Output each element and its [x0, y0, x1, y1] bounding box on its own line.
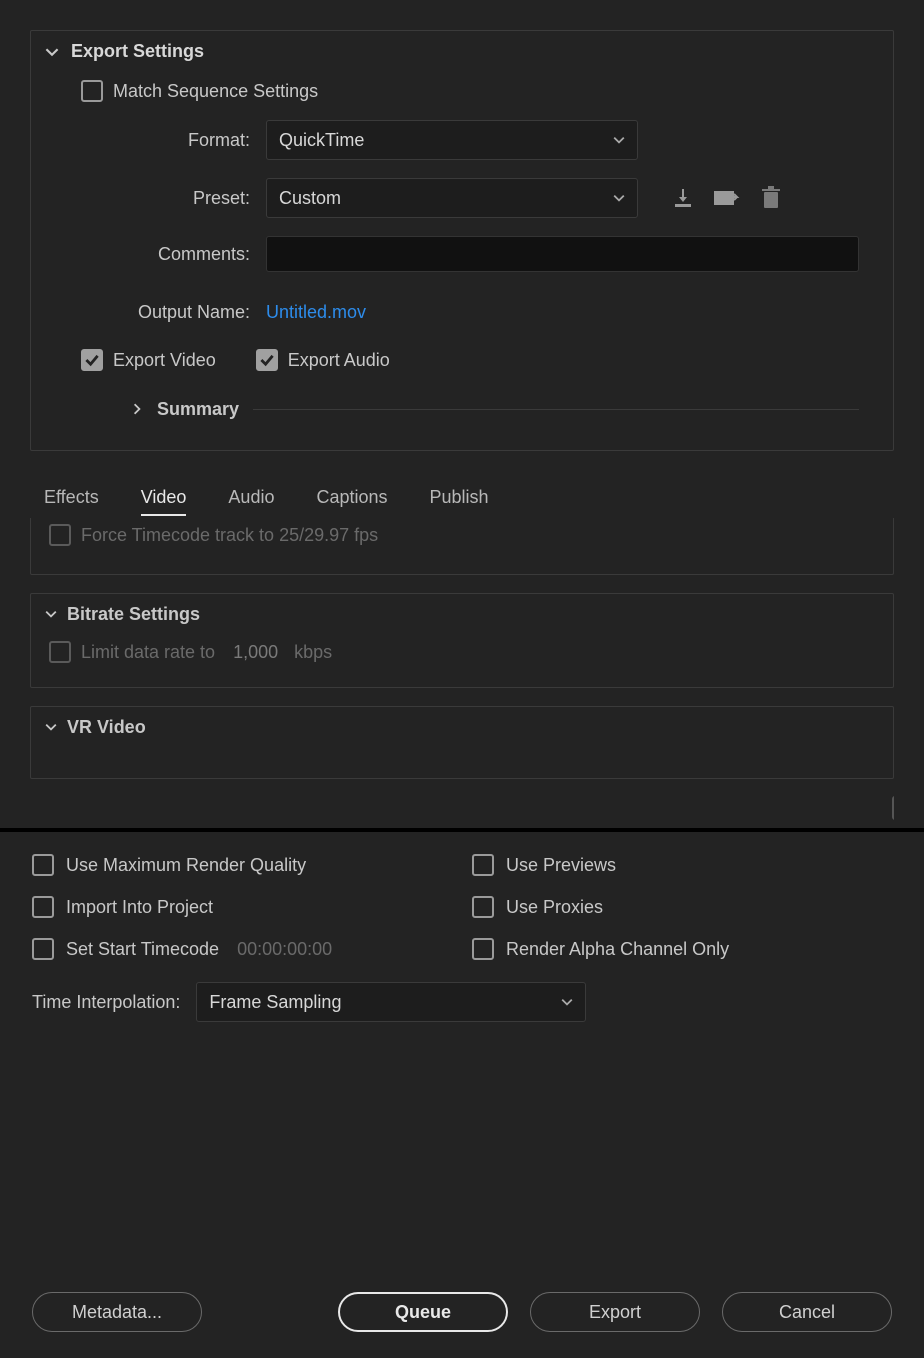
delete-preset-icon[interactable]: [756, 183, 786, 213]
limit-rate-unit: kbps: [294, 642, 332, 663]
vr-panel: VR Video: [30, 706, 894, 779]
preset-value: Custom: [279, 188, 341, 209]
export-audio-checkbox[interactable]: [256, 349, 278, 371]
format-select[interactable]: QuickTime: [266, 120, 638, 160]
export-settings-header[interactable]: Export Settings: [31, 31, 893, 70]
render-alpha-label: Render Alpha Channel Only: [506, 939, 729, 960]
time-interp-label: Time Interpolation:: [32, 992, 180, 1013]
tab-publish[interactable]: Publish: [430, 487, 489, 516]
use-previews-label: Use Previews: [506, 855, 616, 876]
comments-input[interactable]: [266, 236, 859, 272]
time-interp-value: Frame Sampling: [209, 992, 341, 1013]
max-render-checkbox[interactable]: [32, 854, 54, 876]
set-start-tc-checkbox[interactable]: [32, 938, 54, 960]
timecode-panel: Force Timecode track to 25/29.97 fps: [30, 518, 894, 575]
chevron-down-icon: [45, 604, 57, 625]
match-sequence-checkbox[interactable]: [81, 80, 103, 102]
export-settings-panel: Export Settings Match Sequence Settings …: [30, 30, 894, 451]
render-alpha-checkbox[interactable]: [472, 938, 494, 960]
vr-title: VR Video: [67, 717, 146, 738]
export-settings-title: Export Settings: [71, 41, 204, 62]
time-interp-select[interactable]: Frame Sampling: [196, 982, 586, 1022]
export-button[interactable]: Export: [530, 1292, 700, 1332]
tab-bar: Effects Video Audio Captions Publish: [30, 487, 894, 518]
summary-label: Summary: [157, 399, 239, 420]
button-row: Metadata... Queue Export Cancel: [0, 1292, 924, 1332]
force-timecode-checkbox[interactable]: [49, 524, 71, 546]
import-preset-icon[interactable]: [712, 183, 742, 213]
set-start-tc-value[interactable]: 00:00:00:00: [237, 939, 332, 960]
chevron-down-icon: [613, 134, 625, 146]
chevron-down-icon: [561, 992, 573, 1013]
export-options-grid: Use Maximum Render Quality Use Previews …: [0, 832, 924, 970]
format-value: QuickTime: [279, 130, 364, 151]
tab-video[interactable]: Video: [141, 487, 187, 516]
use-previews-checkbox[interactable]: [472, 854, 494, 876]
bitrate-panel: Bitrate Settings Limit data rate to 1,00…: [30, 593, 894, 688]
export-audio-label: Export Audio: [288, 350, 390, 371]
metadata-button[interactable]: Metadata...: [32, 1292, 202, 1332]
limit-rate-checkbox[interactable]: [49, 641, 71, 663]
scrollbar[interactable]: [892, 518, 894, 828]
use-proxies-label: Use Proxies: [506, 897, 603, 918]
export-video-checkbox[interactable]: [81, 349, 103, 371]
tab-audio[interactable]: Audio: [228, 487, 274, 516]
use-proxies-checkbox[interactable]: [472, 896, 494, 918]
force-timecode-label: Force Timecode track to 25/29.97 fps: [81, 525, 378, 546]
video-options-scroll: Force Timecode track to 25/29.97 fps Bit…: [30, 518, 894, 828]
comments-label: Comments:: [81, 244, 266, 265]
tab-effects[interactable]: Effects: [44, 487, 99, 516]
preset-select[interactable]: Custom: [266, 178, 638, 218]
set-start-tc-label: Set Start Timecode: [66, 939, 219, 960]
summary-header[interactable]: Summary: [81, 389, 859, 420]
chevron-down-icon: [613, 192, 625, 204]
export-video-label: Export Video: [113, 350, 216, 371]
format-label: Format:: [81, 130, 266, 151]
output-name-link[interactable]: Untitled.mov: [266, 302, 366, 323]
output-name-label: Output Name:: [81, 302, 266, 323]
bitrate-header[interactable]: Bitrate Settings: [31, 594, 893, 635]
match-sequence-label: Match Sequence Settings: [113, 81, 318, 102]
tab-captions[interactable]: Captions: [316, 487, 387, 516]
chevron-right-icon: [131, 399, 143, 420]
queue-button[interactable]: Queue: [338, 1292, 508, 1332]
import-project-checkbox[interactable]: [32, 896, 54, 918]
vr-header[interactable]: VR Video: [31, 707, 893, 748]
bitrate-title: Bitrate Settings: [67, 604, 200, 625]
cancel-button[interactable]: Cancel: [722, 1292, 892, 1332]
divider: [253, 409, 859, 410]
chevron-down-icon: [43, 43, 61, 61]
chevron-down-icon: [45, 717, 57, 738]
limit-rate-label: Limit data rate to: [81, 642, 215, 663]
import-project-label: Import Into Project: [66, 897, 213, 918]
save-preset-icon[interactable]: [668, 183, 698, 213]
max-render-label: Use Maximum Render Quality: [66, 855, 306, 876]
preset-label: Preset:: [81, 188, 266, 209]
limit-rate-value[interactable]: 1,000: [233, 642, 278, 663]
